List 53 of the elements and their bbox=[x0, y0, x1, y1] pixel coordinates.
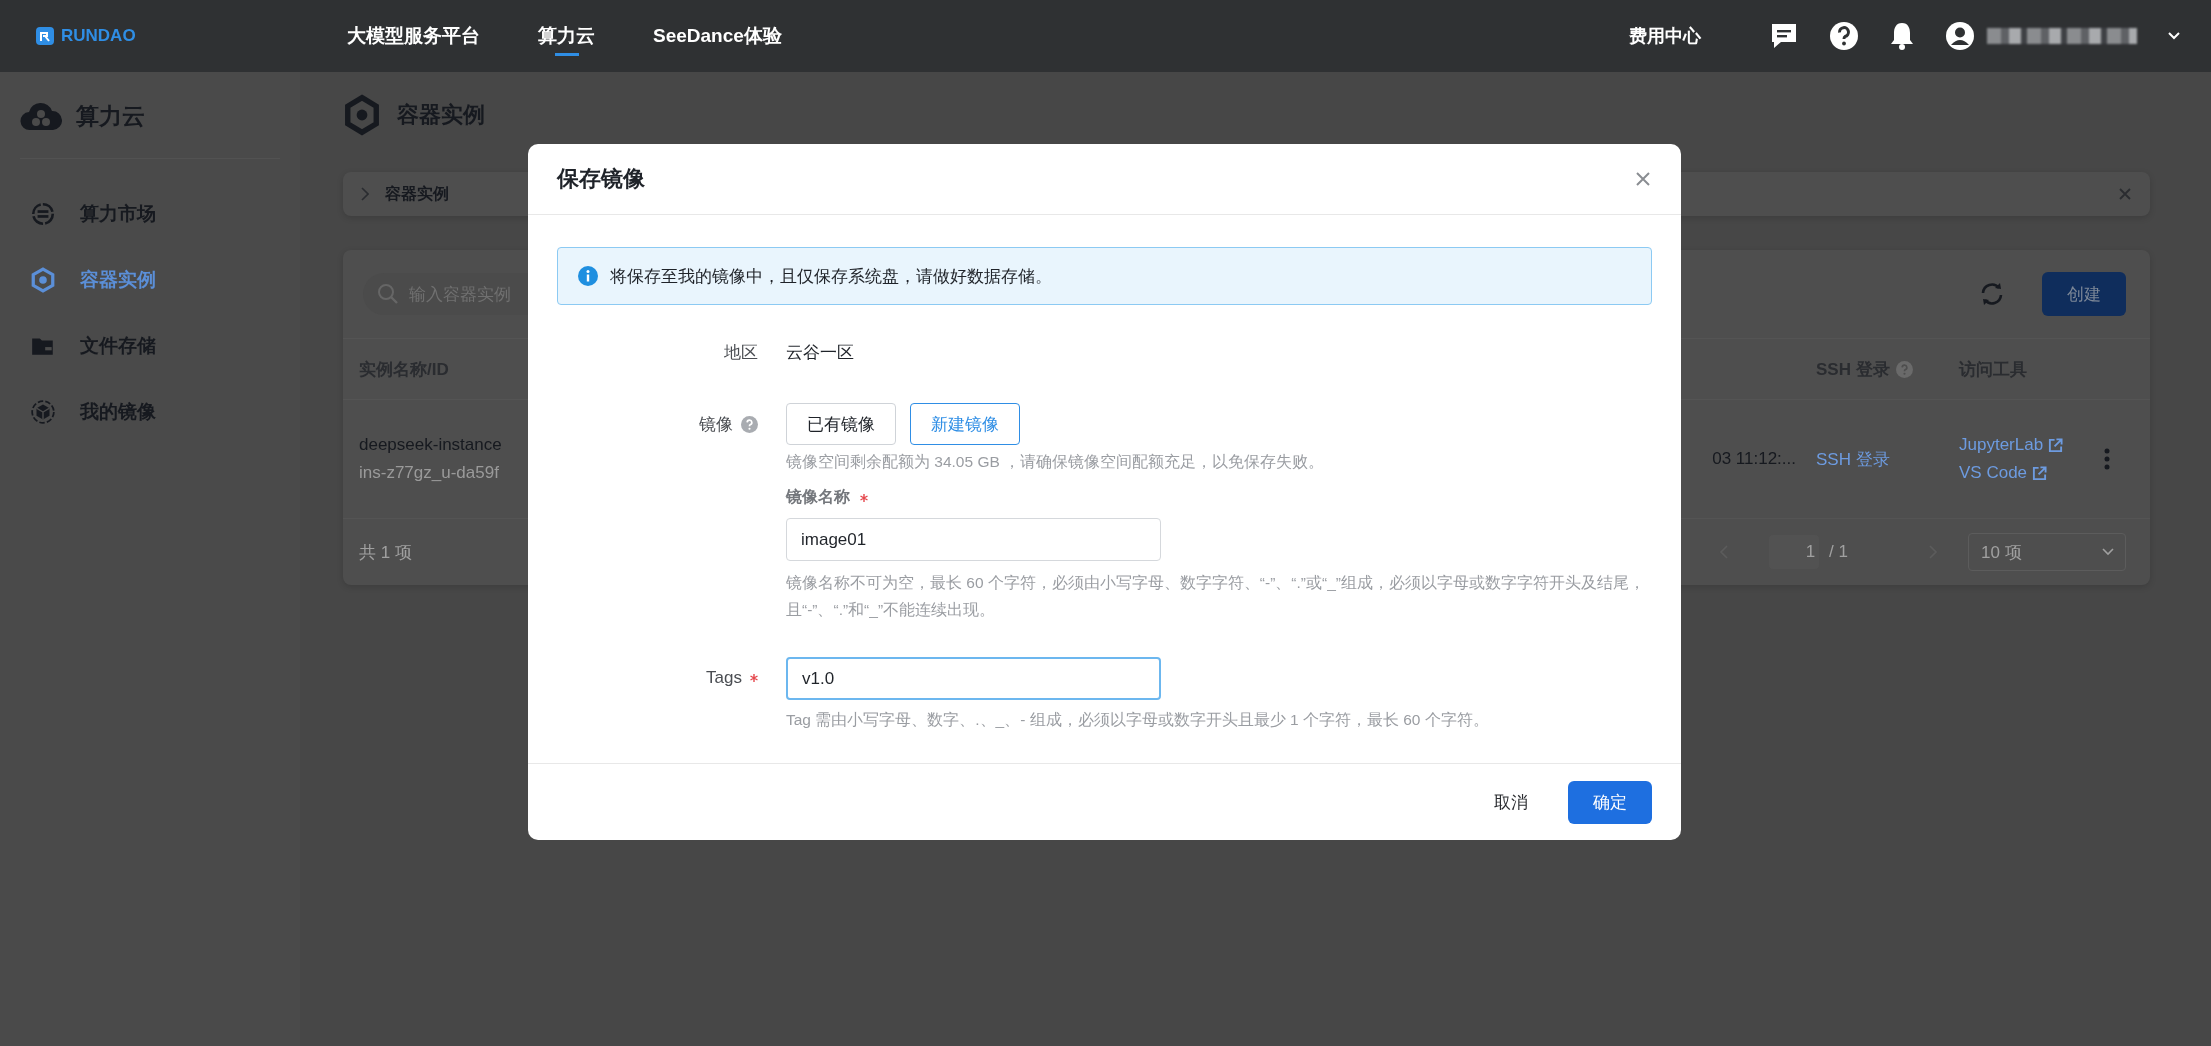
instance-name: deepseek-instance bbox=[359, 435, 502, 455]
avatar-icon[interactable] bbox=[1945, 21, 1975, 51]
sidebar-item[interactable]: 容器实例 bbox=[20, 247, 280, 313]
page-input[interactable]: 1 bbox=[1769, 535, 1820, 569]
image-option[interactable]: 已有镜像 bbox=[786, 403, 896, 445]
dialog-title: 保存镜像 bbox=[557, 165, 645, 193]
tool-link[interactable]: JupyterLab bbox=[1959, 435, 2064, 455]
region-value: 云谷一区 bbox=[786, 341, 854, 364]
instance-id: ins-z77gz_u-da59f bbox=[359, 463, 499, 483]
chevron-down-icon bbox=[2101, 547, 2115, 557]
chevron-down-icon[interactable] bbox=[2167, 31, 2181, 41]
logo-text: RUNDAO bbox=[61, 26, 136, 46]
tags-hint: Tag 需由小写字母、数字、.、_、- 组成，必须以字母或数字开头且最少 1 个字符，最长 60 个字符。 bbox=[786, 710, 1490, 730]
field-label: 镜像名称 bbox=[786, 487, 850, 507]
help-icon[interactable] bbox=[1829, 21, 1859, 51]
tags-field[interactable]: v1.0 bbox=[786, 657, 1161, 700]
nav-tab[interactable]: 大模型服务平台 bbox=[318, 0, 509, 72]
bell-icon[interactable] bbox=[1889, 21, 1915, 51]
market-icon bbox=[30, 201, 56, 227]
hexagon-icon bbox=[30, 267, 56, 293]
hexagon-icon bbox=[343, 94, 381, 136]
confirm-button[interactable]: 确定 bbox=[1568, 780, 1652, 824]
info-icon bbox=[578, 266, 598, 286]
field-label: 镜像 bbox=[699, 413, 733, 436]
field-label: 地区 bbox=[724, 341, 758, 364]
quota-hint: 镜像空间剩余配额为 34.05 GB ，请确保镜像空间配额充足，以免保存失败。 bbox=[786, 452, 1326, 472]
close-icon[interactable] bbox=[1635, 171, 1651, 187]
breadcrumb-item[interactable]: 容器实例 bbox=[385, 183, 449, 205]
chevron-right-icon[interactable] bbox=[361, 187, 369, 201]
page-total: / 1 bbox=[1829, 542, 1848, 562]
created-time: 03 11:12:... bbox=[1712, 449, 1797, 469]
message-icon[interactable] bbox=[1769, 22, 1799, 50]
external-link-icon bbox=[2048, 437, 2064, 453]
close-icon[interactable] bbox=[2118, 187, 2132, 201]
field-label: Tags bbox=[706, 668, 742, 688]
total-count: 共 1 项 bbox=[359, 541, 412, 564]
ssh-login-link[interactable]: SSH 登录 bbox=[1816, 447, 1959, 471]
create-button[interactable]: 创建 bbox=[2042, 272, 2126, 316]
cancel-button[interactable]: 取消 bbox=[1478, 782, 1544, 822]
image-name-field[interactable]: image01 bbox=[786, 518, 1161, 561]
tool-link[interactable]: VS Code bbox=[1959, 463, 2048, 483]
logo-icon bbox=[35, 26, 55, 46]
external-link-icon bbox=[2032, 465, 2048, 481]
nav-tab[interactable]: SeeDance体验 bbox=[624, 0, 811, 72]
more-icon[interactable] bbox=[2104, 448, 2110, 470]
search-icon bbox=[377, 283, 399, 305]
image-option[interactable]: 新建镜像 bbox=[910, 403, 1020, 445]
billing-link[interactable]: 费用中心 bbox=[1629, 24, 1701, 48]
cube-icon bbox=[30, 399, 56, 425]
name-hint: 镜像名称不可为空，最长 60 个字符，必须由小写字母、数字字符、“-”、“.”或“_”组成，必须以字母或数字字符开头及结尾，且“-”、“.”和“_”不能连续出现。 bbox=[786, 573, 1646, 620]
cloud-icon bbox=[20, 100, 62, 132]
nav-tab[interactable]: 算力云 bbox=[509, 0, 624, 72]
page-size-select[interactable]: 10 项 bbox=[1968, 533, 2126, 571]
